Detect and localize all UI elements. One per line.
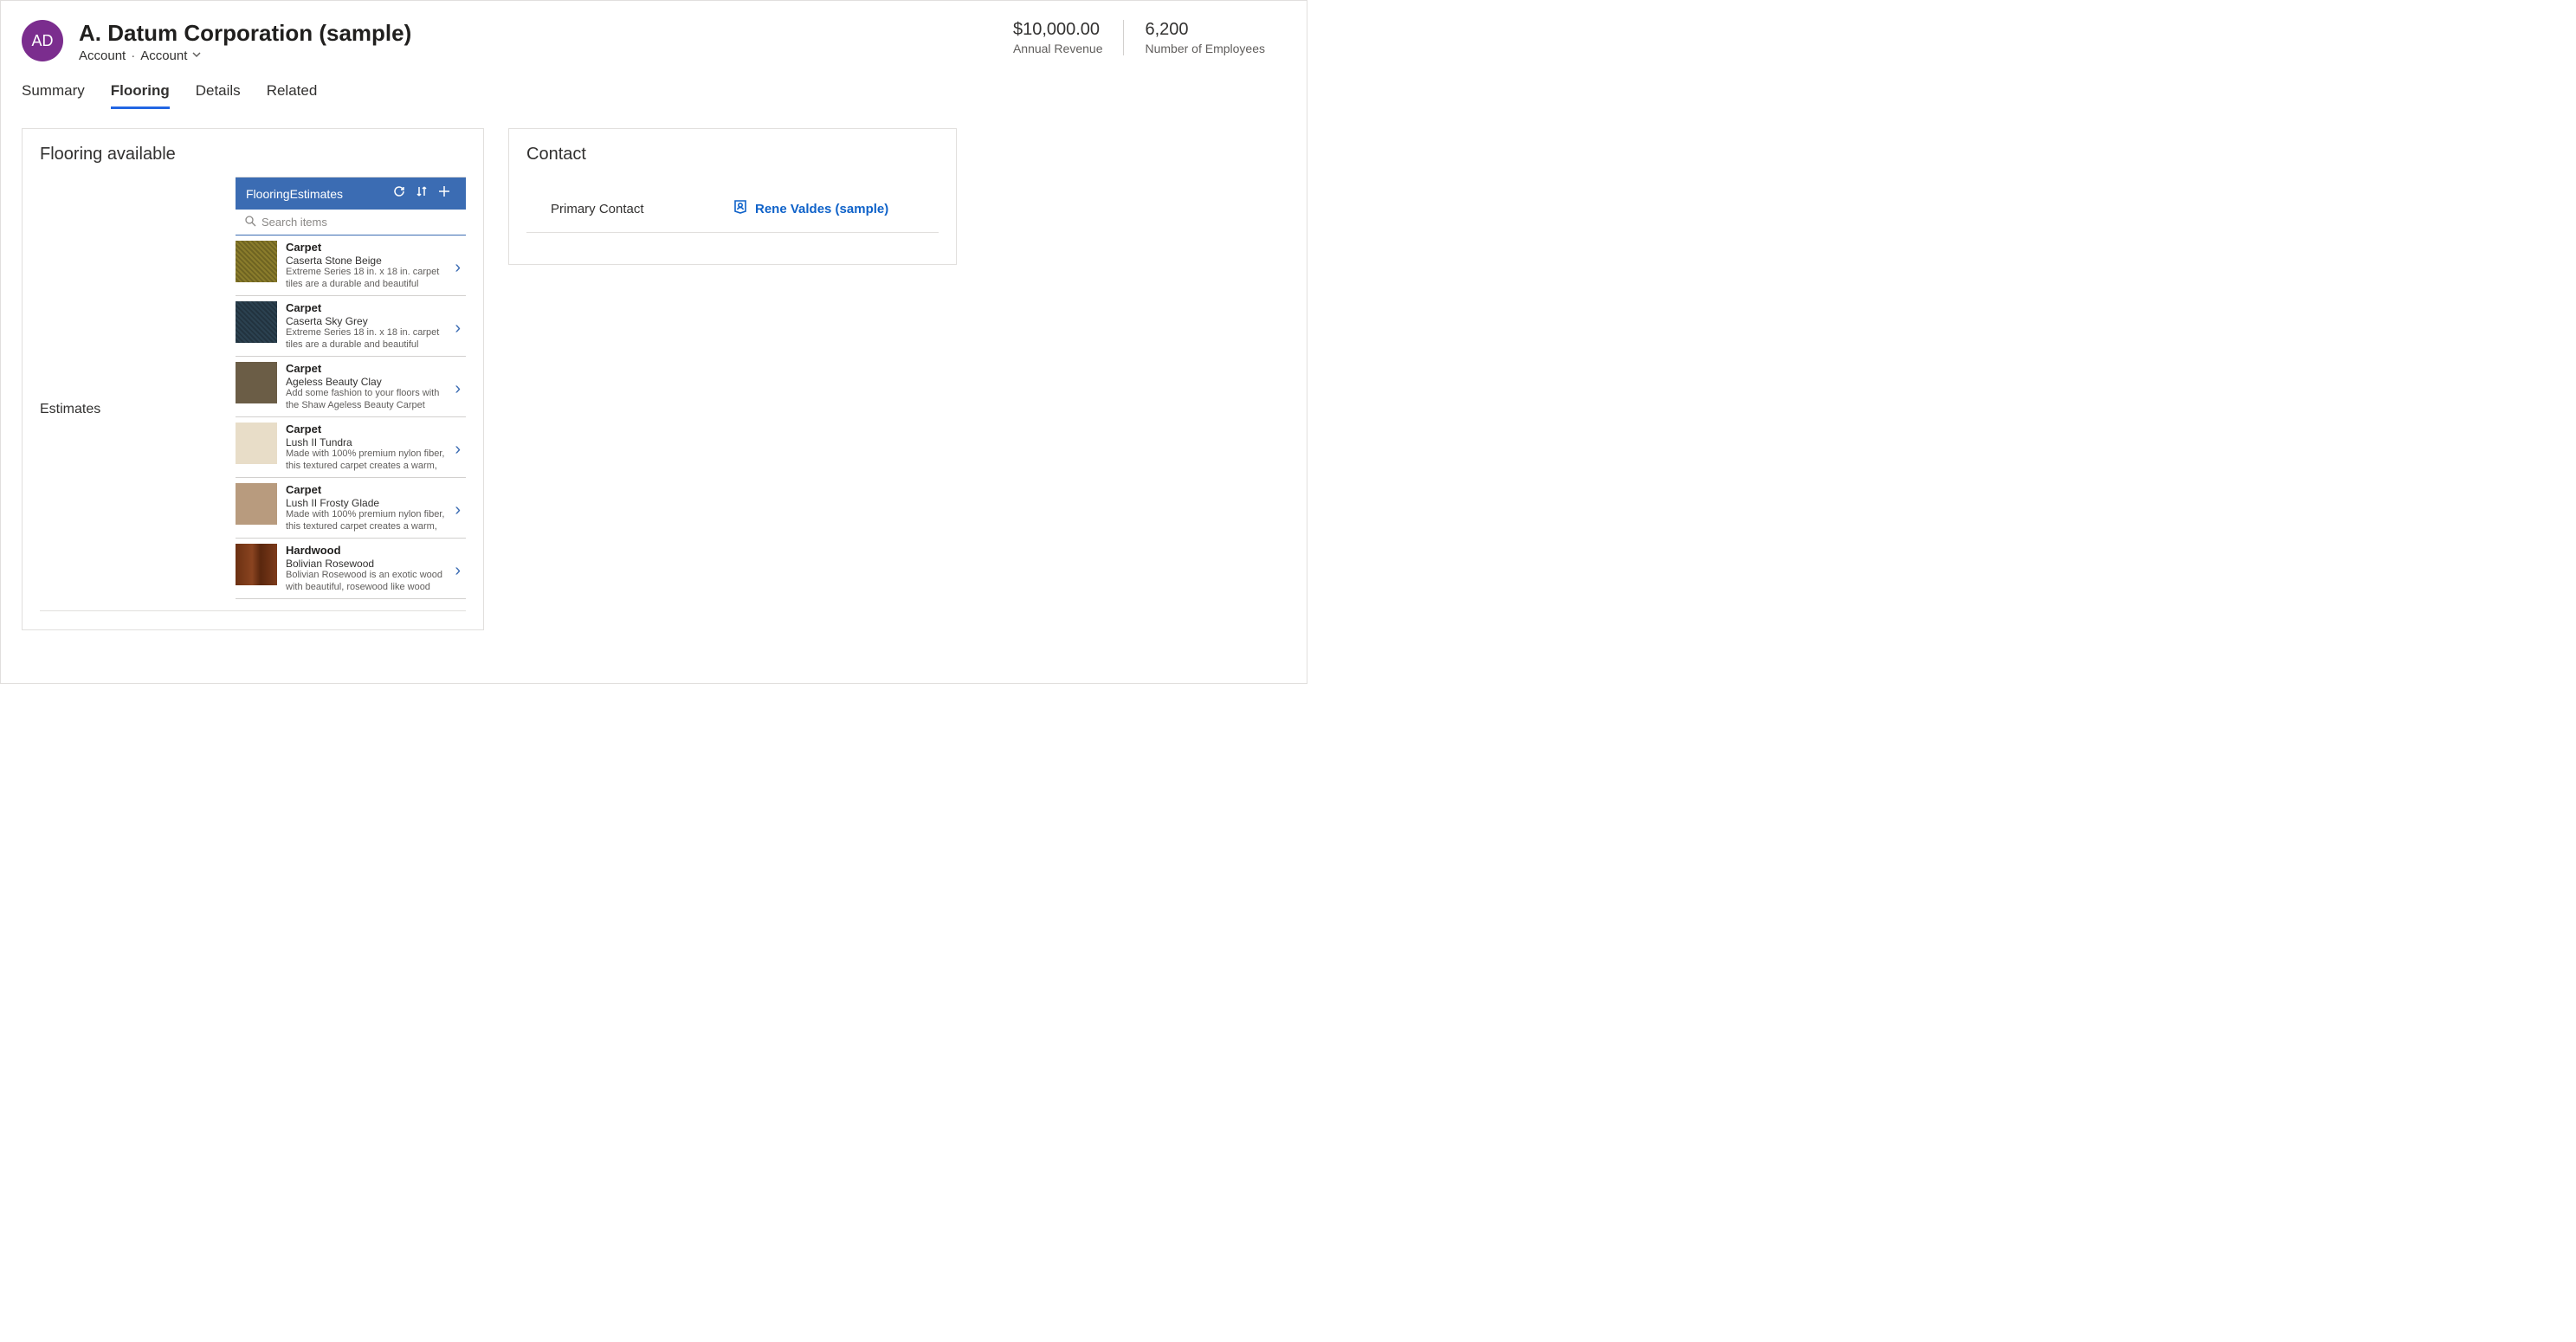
chevron-right-icon[interactable]: ›	[449, 561, 466, 581]
tab-flooring[interactable]: Flooring	[111, 82, 170, 109]
item-category: Carpet	[286, 301, 446, 314]
item-category: Carpet	[286, 362, 446, 375]
primary-contact-row: Primary Contact Rene Valdes (sample)	[526, 177, 939, 233]
title-block: A. Datum Corporation (sample) Account · …	[79, 20, 992, 63]
swatch-image	[236, 423, 277, 464]
header-stats: $10,000.00 Annual Revenue 6,200 Number o…	[992, 20, 1286, 55]
flooring-card: Flooring available Estimates FlooringEst…	[22, 128, 484, 630]
plus-icon	[437, 187, 451, 202]
contact-icon	[733, 199, 748, 218]
swatch-image	[236, 544, 277, 585]
form-name: Account	[140, 48, 187, 63]
item-desc: Extreme Series 18 in. x 18 in. carpet ti…	[286, 267, 446, 290]
sort-button[interactable]	[410, 184, 433, 203]
item-name: Caserta Sky Grey	[286, 315, 446, 327]
item-desc: Made with 100% premium nylon fiber, this…	[286, 448, 446, 472]
stat-value: 6,200	[1145, 20, 1265, 40]
list-item[interactable]: Hardwood Bolivian Rosewood Bolivian Rose…	[236, 539, 466, 599]
item-name: Lush II Frosty Glade	[286, 497, 446, 509]
record-title: A. Datum Corporation (sample)	[79, 20, 992, 47]
flooring-card-title: Flooring available	[40, 145, 466, 165]
item-text: Carpet Caserta Stone Beige Extreme Serie…	[286, 241, 449, 290]
record-subtitle: Account · Account	[79, 48, 992, 63]
item-category: Hardwood	[286, 544, 446, 557]
chevron-right-icon[interactable]: ›	[449, 319, 466, 339]
item-text: Carpet Lush II Tundra Made with 100% pre…	[286, 423, 449, 472]
swatch-image	[236, 301, 277, 343]
list-item[interactable]: Carpet Ageless Beauty Clay Add some fash…	[236, 357, 466, 417]
estimates-list-app: FlooringEstimates	[236, 177, 466, 610]
item-text: Carpet Caserta Sky Grey Extreme Series 1…	[286, 301, 449, 351]
chevron-right-icon[interactable]: ›	[449, 440, 466, 460]
item-text: Hardwood Bolivian Rosewood Bolivian Rose…	[286, 544, 449, 593]
record-header: AD A. Datum Corporation (sample) Account…	[1, 1, 1307, 63]
estimates-label: Estimates	[40, 177, 222, 417]
swatch-image	[236, 362, 277, 403]
primary-contact-label: Primary Contact	[551, 202, 733, 216]
item-category: Carpet	[286, 423, 446, 436]
list-item[interactable]: Carpet Lush II Frosty Glade Made with 10…	[236, 478, 466, 539]
list-item[interactable]: Carpet Lush II Tundra Made with 100% pre…	[236, 417, 466, 478]
chevron-down-icon	[191, 48, 202, 63]
swatch-image	[236, 483, 277, 525]
stat-employees: 6,200 Number of Employees	[1123, 20, 1286, 55]
item-name: Lush II Tundra	[286, 436, 446, 448]
stat-label: Annual Revenue	[1013, 42, 1103, 55]
chevron-right-icon[interactable]: ›	[449, 258, 466, 278]
item-desc: Bolivian Rosewood is an exotic wood with…	[286, 570, 446, 593]
item-desc: Add some fashion to your floors with the…	[286, 388, 446, 411]
item-text: Carpet Ageless Beauty Clay Add some fash…	[286, 362, 449, 411]
item-name: Caserta Stone Beige	[286, 255, 446, 267]
item-text: Carpet Lush II Frosty Glade Made with 10…	[286, 483, 449, 532]
item-name: Ageless Beauty Clay	[286, 376, 446, 388]
avatar: AD	[22, 20, 63, 61]
list-toolbar: FlooringEstimates	[236, 177, 466, 210]
swatch-image	[236, 241, 277, 282]
refresh-icon	[392, 187, 406, 202]
chevron-right-icon[interactable]: ›	[449, 379, 466, 399]
list-item[interactable]: Carpet Caserta Sky Grey Extreme Series 1…	[236, 296, 466, 357]
item-category: Carpet	[286, 483, 446, 496]
refresh-button[interactable]	[388, 184, 410, 203]
flooring-body: Estimates FlooringEstimates	[40, 177, 466, 611]
list-item[interactable]: Carpet Caserta Stone Beige Extreme Serie…	[236, 235, 466, 296]
tab-related[interactable]: Related	[267, 82, 318, 109]
stat-annual-revenue: $10,000.00 Annual Revenue	[992, 20, 1124, 55]
contact-card: Contact Primary Contact Rene Valdes (sam…	[508, 128, 957, 265]
item-category: Carpet	[286, 241, 446, 254]
tab-details[interactable]: Details	[196, 82, 241, 109]
search-input[interactable]	[261, 216, 457, 229]
list-title: FlooringEstimates	[246, 187, 388, 201]
separator-dot: ·	[131, 48, 135, 63]
list-items[interactable]: Carpet Caserta Stone Beige Extreme Serie…	[236, 235, 466, 610]
primary-contact-link[interactable]: Rene Valdes (sample)	[733, 199, 888, 218]
search-icon	[244, 215, 261, 229]
tab-content: Flooring available Estimates FlooringEst…	[1, 109, 1307, 649]
item-desc: Made with 100% premium nylon fiber, this…	[286, 509, 446, 532]
contact-card-title: Contact	[526, 145, 939, 165]
primary-contact-name: Rene Valdes (sample)	[755, 202, 888, 216]
item-desc: Extreme Series 18 in. x 18 in. carpet ti…	[286, 327, 446, 351]
record-page: AD A. Datum Corporation (sample) Account…	[0, 0, 1307, 684]
item-name: Bolivian Rosewood	[286, 558, 446, 570]
form-selector[interactable]: Account	[140, 48, 201, 63]
entity-name: Account	[79, 48, 126, 63]
stat-value: $10,000.00	[1013, 20, 1103, 40]
chevron-right-icon[interactable]: ›	[449, 500, 466, 520]
search-row[interactable]	[236, 210, 466, 235]
add-button[interactable]	[433, 184, 455, 203]
sort-icon	[415, 187, 429, 202]
tab-bar: Summary Flooring Details Related	[1, 63, 1307, 109]
tab-summary[interactable]: Summary	[22, 82, 85, 109]
stat-label: Number of Employees	[1145, 42, 1265, 55]
